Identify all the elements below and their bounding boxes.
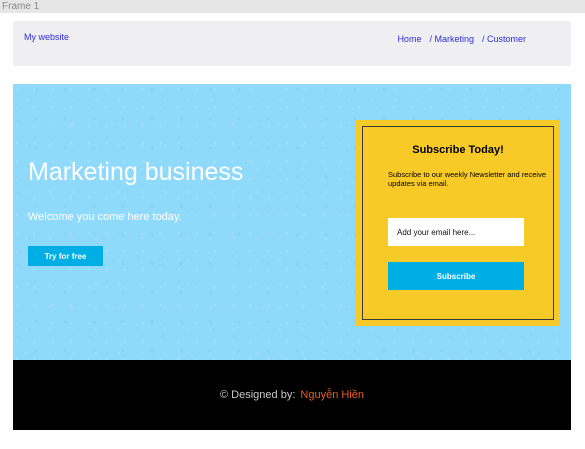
brand-link[interactable]: My website bbox=[24, 32, 69, 42]
subscribe-title: Subscribe Today! bbox=[412, 144, 504, 156]
subscribe-card: Subscribe Today! Subscribe to our weekly… bbox=[356, 120, 560, 326]
nav-marketing-link[interactable]: / Marketing bbox=[429, 34, 474, 44]
nav-customer-link[interactable]: / Customer bbox=[482, 34, 526, 44]
site-header: My website Home / Marketing / Customer bbox=[13, 21, 571, 66]
try-for-free-button[interactable]: Try for free bbox=[28, 246, 103, 266]
subscribe-description: Subscribe to our weekly Newsletter and r… bbox=[388, 170, 546, 188]
subscribe-button[interactable]: Subscribe bbox=[388, 262, 524, 290]
hero-title: Marketing business bbox=[28, 158, 244, 186]
frame-label: Frame 1 bbox=[0, 0, 585, 13]
footer-credit-label: © Designed by: bbox=[220, 389, 296, 401]
hero-section: Marketing business Welcome you come here… bbox=[13, 84, 571, 360]
nav-home-link[interactable]: Home bbox=[397, 34, 421, 44]
main-nav: Home / Marketing / Customer bbox=[397, 34, 526, 44]
site-footer: © Designed by: Nguyễn Hiền bbox=[13, 360, 571, 430]
subscribe-card-border: Subscribe Today! Subscribe to our weekly… bbox=[362, 126, 554, 320]
email-input[interactable] bbox=[388, 218, 524, 246]
hero-subtitle: Welcome you come here today. bbox=[28, 211, 182, 223]
footer-author-name: Nguyễn Hiền bbox=[300, 389, 364, 401]
